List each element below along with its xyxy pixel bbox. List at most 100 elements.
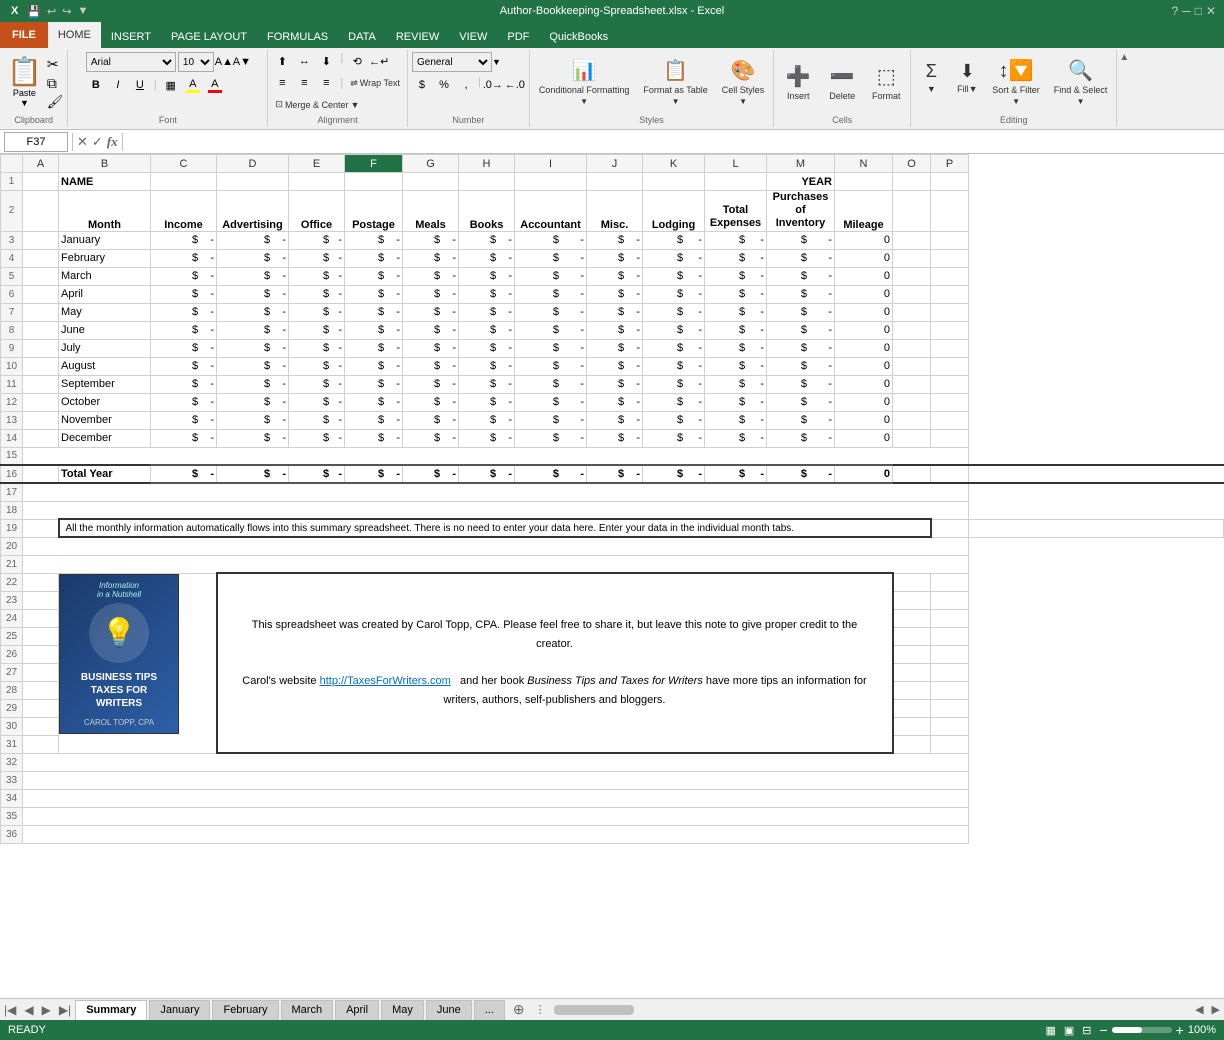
col-header-h[interactable]: H [459, 155, 515, 173]
align-center-btn[interactable]: ≡ [294, 74, 314, 92]
zoom-out-btn[interactable]: − [1099, 1022, 1107, 1038]
cell-h1[interactable] [459, 173, 515, 191]
cell-k1[interactable] [643, 173, 705, 191]
tab-data[interactable]: DATA [338, 26, 386, 48]
paste-label[interactable]: Paste [13, 88, 36, 98]
cell-m2[interactable]: PurchasesofInventory [767, 191, 835, 232]
month-jan[interactable]: January [59, 231, 151, 249]
cut-icon[interactable]: ✂ [47, 56, 64, 73]
tab-file[interactable]: FILE [0, 22, 48, 48]
cell-b2[interactable]: Month [59, 191, 151, 232]
col-header-d[interactable]: D [217, 155, 289, 173]
cell-d1[interactable] [217, 173, 289, 191]
align-right-btn[interactable]: ≡ [316, 74, 336, 92]
sort-filter-btn[interactable]: ↕🔽 Sort & Filter ▼ [987, 52, 1045, 112]
insert-btn[interactable]: ➕ Insert [778, 52, 818, 112]
view-normal-icon[interactable]: ▦ [1045, 1024, 1055, 1037]
cell-j1[interactable] [587, 173, 643, 191]
sheet-tab-february[interactable]: February [212, 1000, 278, 1020]
cell-m1[interactable]: YEAR [767, 173, 835, 191]
format-btn[interactable]: ⬚ Format [866, 52, 906, 112]
decrease-font-btn[interactable]: A▼ [234, 54, 250, 70]
sheet-tab-march[interactable]: March [281, 1000, 334, 1020]
zoom-in-btn[interactable]: + [1176, 1022, 1184, 1038]
add-sheet-btn[interactable]: ⊕ [507, 999, 531, 1020]
quick-access-save[interactable]: 💾 [27, 5, 41, 18]
confirm-formula-icon[interactable]: ✓ [92, 134, 103, 150]
cell-a3[interactable] [23, 231, 59, 249]
align-left-btn[interactable]: ≡ [272, 74, 292, 92]
sign-in-button[interactable]: Sign in [1171, 32, 1224, 48]
italic-btn[interactable]: I [108, 76, 128, 94]
col-header-p[interactable]: P [931, 155, 969, 173]
col-header-b[interactable]: B [59, 155, 151, 173]
indent-decrease-btn[interactable]: ←↵ [369, 52, 389, 70]
cell-n1[interactable] [835, 173, 893, 191]
underline-btn[interactable]: U [130, 76, 150, 94]
col-header-i[interactable]: I [515, 155, 587, 173]
currency-btn[interactable]: $ [412, 76, 432, 94]
cancel-formula-icon[interactable]: ✕ [77, 134, 88, 150]
sheet-tab-summary[interactable]: Summary [75, 1000, 147, 1020]
format-as-table-btn[interactable]: 📋 Format as Table ▼ [638, 52, 712, 112]
font-size-select[interactable]: 10 [178, 52, 214, 72]
view-pagebreak-icon[interactable]: ⊟ [1082, 1024, 1091, 1037]
percent-btn[interactable]: % [434, 76, 454, 94]
number-format-select[interactable]: General [412, 52, 492, 72]
delete-btn[interactable]: ➖ Delete [822, 52, 862, 112]
cell-a1[interactable] [23, 173, 59, 191]
view-layout-icon[interactable]: ▣ [1064, 1024, 1074, 1037]
cell-j2[interactable]: Misc. [587, 191, 643, 232]
cell-d2[interactable]: Advertising [217, 191, 289, 232]
sheet-nav-first[interactable]: |◀ [0, 1003, 20, 1017]
col-header-n[interactable]: N [835, 155, 893, 173]
cell-o2[interactable] [893, 191, 931, 232]
cell-l2[interactable]: TotalExpenses [705, 191, 767, 232]
fill-color-btn[interactable]: A [183, 76, 203, 94]
quick-access-undo[interactable]: ↩ [47, 5, 56, 18]
font-family-select[interactable]: Arial [86, 52, 176, 72]
quick-access-more[interactable]: ▼ [77, 5, 88, 17]
sheet-options-btn[interactable]: ⋮ [531, 1003, 550, 1016]
minimize-btn[interactable]: ─ [1182, 4, 1191, 18]
cell-h2[interactable]: Books [459, 191, 515, 232]
cell-styles-btn[interactable]: 🎨 Cell Styles ▼ [717, 52, 770, 112]
tab-page-layout[interactable]: PAGE LAYOUT [161, 26, 257, 48]
close-btn[interactable]: ✕ [1206, 4, 1216, 18]
cell-c1[interactable] [151, 173, 217, 191]
ribbon-collapse-btn[interactable]: ▲ [1117, 50, 1131, 127]
scrollbar-thumb[interactable] [554, 1005, 634, 1015]
col-header-a[interactable]: A [23, 155, 59, 173]
cell-l1[interactable] [705, 173, 767, 191]
insert-function-icon[interactable]: fx [107, 134, 118, 150]
col-header-f[interactable]: F [345, 155, 403, 173]
tab-review[interactable]: REVIEW [386, 26, 449, 48]
maximize-btn[interactable]: □ [1195, 4, 1202, 18]
wrap-text-btn[interactable]: ⇌ Wrap Text [347, 75, 403, 92]
col-header-j[interactable]: J [587, 155, 643, 173]
cell-k2[interactable]: Lodging [643, 191, 705, 232]
sheet-tab-april[interactable]: April [335, 1000, 379, 1020]
orientation-btn[interactable]: ⟲ [347, 52, 367, 70]
scroll-right-btn[interactable]: ▶ [1208, 1003, 1224, 1016]
decrease-decimal-btn[interactable]: ←.0 [505, 76, 525, 94]
tab-home[interactable]: HOME [48, 22, 101, 48]
increase-font-btn[interactable]: A▲ [216, 54, 232, 70]
col-header-e[interactable]: E [289, 155, 345, 173]
sheet-nav-prev[interactable]: ◀ [20, 1003, 37, 1017]
col-header-o[interactable]: O [893, 155, 931, 173]
note-cell[interactable]: All the monthly information automaticall… [59, 519, 931, 537]
tab-formulas[interactable]: FORMULAS [257, 26, 338, 48]
cell-c2[interactable]: Income [151, 191, 217, 232]
horizontal-scrollbar[interactable] [550, 1005, 1191, 1015]
cell-a2[interactable] [23, 191, 59, 232]
zoom-slider[interactable] [1112, 1027, 1172, 1033]
quick-access-redo[interactable]: ↪ [62, 5, 71, 18]
sheet-nav-next[interactable]: ▶ [38, 1003, 55, 1017]
tab-pdf[interactable]: PDF [497, 26, 539, 48]
cell-f1[interactable] [345, 173, 403, 191]
format-painter-icon[interactable]: 🖌 [47, 94, 64, 110]
cell-g2[interactable]: Meals [403, 191, 459, 232]
tab-quickbooks[interactable]: QuickBooks [539, 26, 618, 48]
comma-btn[interactable]: , [456, 76, 476, 94]
